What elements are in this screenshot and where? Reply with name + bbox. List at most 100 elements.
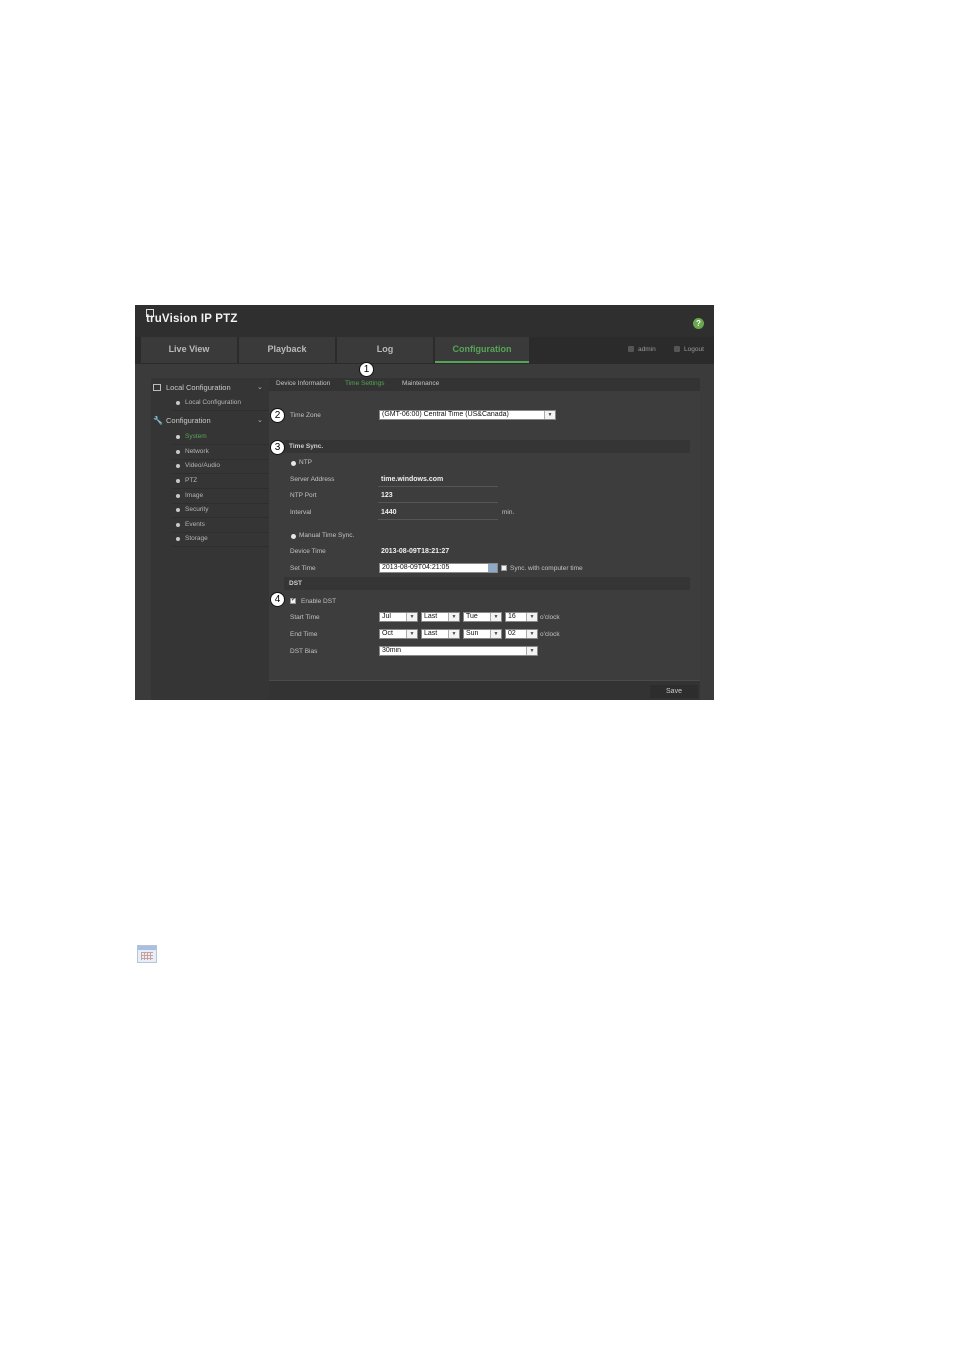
sidebar-item-label: Security [185,506,209,513]
end-oclock-label: o'clock [540,631,560,638]
subtab-device-information[interactable]: Device Information [276,380,330,387]
wrench-icon: 🔧 [153,416,163,425]
end-week-value: Last [424,630,438,637]
tab-live-view[interactable]: Live View [141,337,237,363]
time-zone-select[interactable]: (GMT-06:00) Central Time (US&Canada) ▼ [379,410,556,420]
bullet-icon [176,464,180,468]
interval-input[interactable]: 1440 [381,509,397,516]
start-week-value: Last [424,613,438,620]
start-time-label: Start Time [290,614,320,621]
callout-2: 2 [270,408,285,423]
calendar-icon-header [138,946,156,950]
start-week-select[interactable]: Last ▼ [421,612,460,622]
sidebar-item-ptz[interactable]: PTZ [173,474,269,489]
enable-dst-label: Enable DST [301,598,337,605]
dropdown-arrow-icon: ▼ [490,630,501,638]
start-day-value: Tue [466,613,478,620]
dropdown-arrow-icon: ▼ [448,630,459,638]
end-month-select[interactable]: Oct ▼ [379,629,418,639]
sidebar-header-label: Local Configuration [166,383,231,392]
sidebar-item-security[interactable]: Security [173,503,269,518]
main-nav: Live View Playback Log Configuration adm… [135,337,714,364]
bullet-icon [176,537,180,541]
end-time-label: End Time [290,631,318,638]
interval-unit: min. [502,509,515,516]
end-hour-value: 02 [508,630,516,637]
save-button[interactable]: Save [650,685,698,698]
dst-bias-value: 30min [382,647,402,654]
sidebar-item-label: PTZ [185,477,198,484]
end-day-value: Sun [466,630,479,637]
dropdown-arrow-icon: ▼ [526,647,537,655]
start-oclock-label: o'clock [540,614,560,621]
sidebar-item-storage[interactable]: Storage [173,532,269,547]
tab-configuration[interactable]: Configuration [435,337,529,363]
time-sync-header: Time Sync. [284,440,690,453]
dropdown-arrow-icon: ▼ [526,630,537,638]
user-name: admin [638,346,656,353]
dropdown-arrow-icon: ▼ [544,411,555,419]
start-month-select[interactable]: Jul ▼ [379,612,418,622]
subtab-time-settings[interactable]: Time Settings [345,380,385,387]
server-address-label: Server Address [290,476,335,483]
monitor-icon [153,384,161,391]
dropdown-arrow-icon: ▼ [406,613,417,621]
sidebar-item-label: Network [185,448,209,455]
sidebar-item-label: Storage [185,535,208,542]
tab-log[interactable]: Log [337,337,433,363]
server-address-input[interactable]: time.windows.com [381,476,443,483]
dropdown-arrow-icon: ▼ [526,613,537,621]
help-icon[interactable]: ? [693,318,704,329]
ntp-port-input[interactable]: 123 [381,492,393,499]
sidebar-item-system[interactable]: System [173,430,269,445]
end-day-select[interactable]: Sun ▼ [463,629,502,639]
sidebar-item-video-audio[interactable]: Video/Audio [173,459,269,474]
start-month-value: Jul [382,613,391,620]
sync-computer-label: Sync. with computer time [510,565,583,572]
field-underline [378,502,498,503]
sidebar-item-image[interactable]: Image [173,489,269,504]
callout-3: 3 [270,440,285,455]
dst-bias-label: DST Bias [290,648,318,655]
logout-link[interactable]: Logout [684,346,704,353]
time-zone-label: Time Zone [290,412,321,419]
dst-header: DST [284,577,690,590]
dropdown-arrow-icon: ▼ [490,613,501,621]
time-zone-value: (GMT-06:00) Central Time (US&Canada) [382,411,509,418]
enable-dst-checkbox[interactable] [290,596,296,604]
field-underline [378,486,498,487]
bullet-icon [176,450,180,454]
chevron-down-icon: ⌄ [257,417,263,424]
start-hour-value: 16 [508,613,516,620]
dropdown-arrow-icon: ▼ [406,630,417,638]
ntp-radio[interactable] [291,461,296,466]
sidebar-header-configuration[interactable]: 🔧 Configuration ⌄ [151,414,269,428]
start-hour-select[interactable]: 16 ▼ [505,612,538,622]
sidebar-item-label: Events [185,521,205,528]
manual-sync-radio[interactable] [291,534,296,539]
subtab-maintenance[interactable]: Maintenance [402,380,439,387]
set-time-input[interactable]: 2013-08-09T04:21:05 [379,563,498,573]
sync-computer-checkbox[interactable] [501,565,507,571]
tab-playback[interactable]: Playback [239,337,335,363]
end-week-select[interactable]: Last ▼ [421,629,460,639]
sidebar-item-label: Local Configuration [185,399,242,406]
start-day-select[interactable]: Tue ▼ [463,612,502,622]
bullet-icon [176,523,180,527]
calendar-icon[interactable] [488,564,497,572]
bullet-icon [176,494,180,498]
end-hour-select[interactable]: 02 ▼ [505,629,538,639]
field-underline [378,519,498,520]
calendar-icon [137,945,157,963]
bullet-icon [176,479,180,483]
user-icon [628,346,634,352]
sidebar-header-local-configuration[interactable]: Local Configuration ⌄ [151,381,269,395]
sub-tabs: Device Information Time Settings Mainten… [269,378,700,391]
sidebar-item-network[interactable]: Network [173,445,269,460]
dst-bias-select[interactable]: 30min ▼ [379,646,538,656]
time-settings-panel: Device Information Time Settings Mainten… [269,378,700,700]
sidebar-item-local-configuration[interactable]: Local Configuration [173,396,269,411]
ntp-port-label: NTP Port [290,492,317,499]
sidebar-item-events[interactable]: Events [173,518,269,533]
chevron-down-icon: ⌄ [257,384,263,391]
